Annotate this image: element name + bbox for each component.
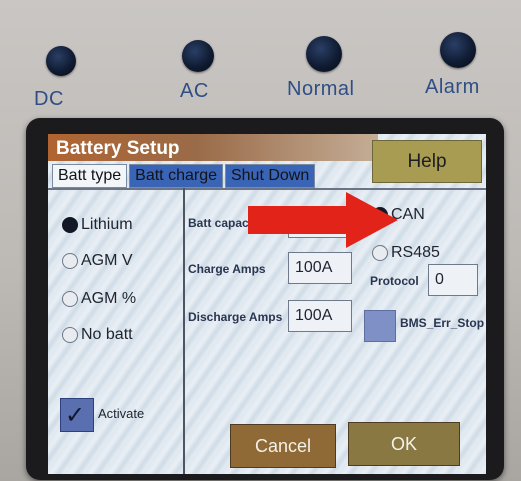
title-bar: Battery Setup [48,134,378,161]
activate-checkbox[interactable]: ✓ [60,398,94,432]
radio-label-agm-percent: AGM % [81,290,137,307]
tab-batt-charge[interactable]: Batt charge [129,164,223,188]
charge-amps-field[interactable]: 100A [288,252,352,284]
ac-led [182,40,214,72]
radio-button-agm-percent[interactable] [62,291,78,307]
protocol-label: Protocol [370,274,419,288]
charge-amps-label: Charge Amps [188,262,266,276]
check-mark-icon: ✓ [65,402,86,429]
normal-led [306,36,342,72]
touch-screen: Battery Setup Help Batt type Batt charge… [48,134,486,474]
cancel-button[interactable]: Cancel [230,424,336,468]
activate-label: Activate [98,406,145,421]
tab-bar: Batt type Batt charge Shut Down [52,164,317,188]
radio-label-rs485: RS485 [391,244,440,261]
red-arrow-icon [248,192,398,248]
ac-label: AC [180,80,209,102]
radio-agm-v[interactable]: AGM V [62,252,133,270]
radio-label-no-batt: No batt [81,326,133,343]
radio-button-no-batt[interactable] [62,327,78,343]
radio-lithium[interactable]: Lithium [62,216,133,234]
ok-button[interactable]: OK [348,422,460,466]
normal-label: Normal [287,78,355,100]
alarm-led [440,32,476,68]
alarm-label: Alarm [425,76,480,98]
protocol-field[interactable]: 0 [428,264,478,296]
divider-horizontal [48,188,486,190]
radio-label-lithium: Lithium [81,216,133,233]
radio-label-agm-v: AGM V [81,252,133,269]
help-button[interactable]: Help [372,140,482,183]
batt-capacity-label: Batt capaci [188,216,253,230]
tab-batt-type[interactable]: Batt type [52,164,128,188]
bms-err-stop-checkbox[interactable] [364,310,396,342]
radio-button-lithium[interactable] [62,217,78,233]
tab-shut-down[interactable]: Shut Down [224,164,316,188]
radio-agm-percent[interactable]: AGM % [62,290,136,308]
dialog-title: Battery Setup [56,138,180,159]
dc-led [46,46,76,76]
discharge-amps-field[interactable]: 100A [288,300,352,332]
divider-vertical [183,188,185,474]
bms-err-stop-label: BMS_Err_Stop [400,316,485,330]
dc-label: DC [34,88,64,110]
radio-button-agm-v[interactable] [62,253,78,269]
indicator-panel: DC AC Normal Alarm [0,0,521,125]
discharge-amps-label: Discharge Amps [188,310,283,324]
radio-no-batt[interactable]: No batt [62,326,133,344]
